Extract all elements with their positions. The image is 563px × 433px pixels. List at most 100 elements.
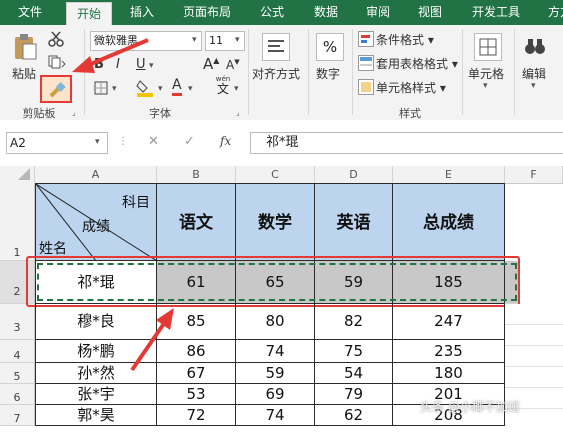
cells-icon[interactable] xyxy=(474,33,502,61)
table-cell-name[interactable]: 张*宇 xyxy=(35,384,157,405)
phonetic-button[interactable]: wén 文 xyxy=(212,75,234,97)
cancel-icon[interactable]: ✕ xyxy=(148,134,159,149)
column-header-d[interactable]: D xyxy=(315,166,393,183)
header-cell-english[interactable]: 英语 xyxy=(315,183,393,261)
table-cell-score[interactable]: 75 xyxy=(315,340,393,363)
table-cell-score[interactable]: 72 xyxy=(157,405,236,426)
row-header-5[interactable]: 5 xyxy=(0,363,35,384)
table-cell-total[interactable]: 235 xyxy=(393,340,505,363)
table-cell-score[interactable]: 74 xyxy=(236,405,315,426)
table-cell-score[interactable]: 79 xyxy=(315,384,393,405)
table-cell-name[interactable]: 穆*良 xyxy=(35,304,157,340)
underline-dropdown-icon[interactable]: ▾ xyxy=(149,61,154,71)
phonetic-dropdown-icon[interactable]: ▾ xyxy=(234,84,239,94)
tab-home[interactable]: 开始 xyxy=(66,2,112,26)
tab-formulas[interactable]: 公式 xyxy=(252,0,292,25)
row-header-2[interactable]: 2 xyxy=(0,261,35,304)
table-cell-score[interactable]: 53 xyxy=(157,384,236,405)
editing-dropdown-icon[interactable]: ▾ xyxy=(531,81,536,91)
table-cell-score[interactable]: 59 xyxy=(236,363,315,384)
table-cell-score[interactable]: 65 xyxy=(236,261,315,304)
column-header-c[interactable]: C xyxy=(236,166,315,183)
font-name-select[interactable]: 微软雅黑 xyxy=(90,31,202,51)
font-size-dropdown-icon[interactable]: ▾ xyxy=(235,35,240,45)
column-header-b[interactable]: B xyxy=(157,166,236,183)
tab-view[interactable]: 视图 xyxy=(410,0,450,25)
clipboard-launcher-icon[interactable]: ⌟ xyxy=(72,108,76,117)
cut-icon[interactable] xyxy=(48,31,64,47)
header-cell-math[interactable]: 数学 xyxy=(236,183,315,261)
table-cell-name[interactable]: 孙*然 xyxy=(35,363,157,384)
grow-font-button[interactable]: A▲ xyxy=(203,55,219,73)
tab-page-layout[interactable]: 页面布局 xyxy=(176,0,238,25)
paste-button[interactable]: 粘贴 xyxy=(12,65,36,82)
format-painter-button[interactable] xyxy=(40,75,72,103)
fill-color-dropdown-icon[interactable]: ▾ xyxy=(158,84,163,94)
conditional-format-button[interactable]: 条件格式 ▾ xyxy=(376,31,434,48)
header-cell-total[interactable]: 总成绩 xyxy=(393,183,505,261)
table-cell-name[interactable]: 祁*琨 xyxy=(35,261,157,304)
enter-check-icon[interactable]: ✓ xyxy=(184,134,195,149)
table-cell-score[interactable]: 69 xyxy=(236,384,315,405)
table-cell-score[interactable]: 59 xyxy=(315,261,393,304)
table-cell-score[interactable]: 61 xyxy=(157,261,236,304)
table-cell-score[interactable]: 82 xyxy=(315,304,393,340)
font-color-dropdown-icon[interactable]: ▾ xyxy=(188,84,193,94)
alignment-button[interactable]: 对齐方式 xyxy=(252,65,300,82)
tab-insert[interactable]: 插入 xyxy=(122,0,162,25)
tab-data[interactable]: 数据 xyxy=(306,0,346,25)
shrink-font-button[interactable]: A▼ xyxy=(226,58,240,72)
table-cell-name[interactable]: 郭*昊 xyxy=(35,405,157,426)
column-header-f[interactable]: F xyxy=(505,166,563,183)
font-launcher-icon[interactable]: ⌟ xyxy=(236,108,240,117)
tab-extra[interactable]: 方方 xyxy=(540,0,563,25)
tab-review[interactable]: 审阅 xyxy=(358,0,398,25)
number-format-button[interactable]: 数字 xyxy=(316,65,340,82)
insert-function-button[interactable]: fx xyxy=(220,134,231,148)
tab-developer[interactable]: 开发工具 xyxy=(464,0,528,25)
font-color-button[interactable]: A xyxy=(172,77,182,96)
name-box-dropdown-icon[interactable]: ▾ xyxy=(95,137,100,147)
row-header-1[interactable]: 1 xyxy=(0,183,35,261)
table-cell-name[interactable]: 杨*鹏 xyxy=(35,340,157,363)
find-binoculars-icon[interactable] xyxy=(522,33,548,59)
column-header-a[interactable]: A xyxy=(35,166,157,183)
column-header-e[interactable]: E xyxy=(393,166,505,183)
alignment-icon[interactable] xyxy=(262,33,290,61)
name-box[interactable]: A2 xyxy=(6,132,108,154)
paste-icon[interactable] xyxy=(12,33,38,61)
table-cell-score[interactable]: 85 xyxy=(157,304,236,340)
row-header-4[interactable]: 4 xyxy=(0,340,35,363)
formula-input[interactable]: 祁*琨 xyxy=(250,132,563,154)
font-name-dropdown-icon[interactable]: ▾ xyxy=(192,35,197,45)
table-cell-score[interactable]: 62 xyxy=(315,405,393,426)
editing-button[interactable]: 编辑 xyxy=(522,65,546,82)
cell-styles-button[interactable]: 单元格样式 ▾ xyxy=(376,79,446,96)
table-cell-score[interactable]: 80 xyxy=(236,304,315,340)
bold-button[interactable]: B xyxy=(94,57,104,72)
underline-button[interactable]: U xyxy=(136,57,146,72)
fill-color-icon[interactable] xyxy=(136,77,154,97)
table-cell-total[interactable]: 180 xyxy=(393,363,505,384)
tab-file[interactable]: 文件 xyxy=(6,0,54,25)
table-cell-total[interactable]: 185 xyxy=(393,261,505,304)
cells-dropdown-icon[interactable]: ▾ xyxy=(483,81,488,91)
borders-icon[interactable] xyxy=(94,81,108,95)
diagonal-header-cell[interactable]: 科目 成绩 姓名 xyxy=(35,183,157,261)
header-cell-chinese[interactable]: 语文 xyxy=(157,183,236,261)
table-cell-score[interactable]: 74 xyxy=(236,340,315,363)
table-cell-score[interactable]: 67 xyxy=(157,363,236,384)
format-as-table-button[interactable]: 套用表格格式 ▾ xyxy=(376,55,458,72)
percent-icon[interactable]: % xyxy=(316,33,344,61)
table-cell-score[interactable]: 54 xyxy=(315,363,393,384)
copy-icon[interactable] xyxy=(48,55,66,69)
row-header-3[interactable]: 3 xyxy=(0,304,35,340)
cells-button[interactable]: 单元格 xyxy=(468,65,504,82)
row-header-6[interactable]: 6 xyxy=(0,384,35,405)
table-cell-total[interactable]: 247 xyxy=(393,304,505,340)
row-header-7[interactable]: 7 xyxy=(0,405,35,426)
table-cell-score[interactable]: 86 xyxy=(157,340,236,363)
italic-button[interactable]: I xyxy=(116,57,120,72)
borders-dropdown-icon[interactable]: ▾ xyxy=(112,84,117,94)
select-all-corner[interactable] xyxy=(0,166,35,183)
